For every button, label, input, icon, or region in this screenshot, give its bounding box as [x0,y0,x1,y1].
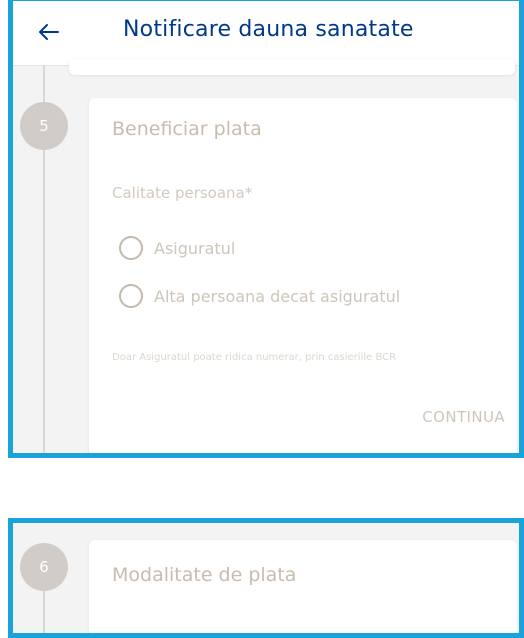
step-6-panel: 6 Modalitate de plata [8,518,524,638]
hint-text: Doar Asiguratul poate ridica numerar, pr… [112,352,397,363]
payment-method-card[interactable]: Modalitate de plata [89,540,517,633]
radio-option-label: Asiguratul [154,238,236,258]
previous-step-card [69,59,515,75]
arrow-left-icon[interactable] [37,20,61,44]
step-number-6: 6 [20,543,68,591]
radio-option-insured[interactable]: Asiguratul [119,236,235,260]
step-5-panel: Notificare dauna sanatate 5 Beneficiar p… [8,0,524,458]
step-number-5: 5 [20,102,68,150]
card-title: Modalitate de plata [112,564,297,586]
radio-button[interactable] [119,284,143,308]
page-title: Notificare dauna sanatate [123,17,414,42]
continue-button[interactable]: CONTINUA [422,408,505,426]
radio-button[interactable] [119,236,143,260]
card-title: Beneficiar plata [112,118,262,140]
payment-beneficiary-card: Beneficiar plata Calitate persoana* Asig… [89,98,517,453]
radio-option-label: Alta persoana decat asiguratul [154,286,401,306]
radio-option-other-person[interactable]: Alta persoana decat asiguratul [119,284,400,308]
app-header: Notificare dauna sanatate [13,1,519,66]
person-quality-label: Calitate persoana* [112,184,253,202]
timeline-line [43,65,45,103]
timeline-line [43,150,45,453]
